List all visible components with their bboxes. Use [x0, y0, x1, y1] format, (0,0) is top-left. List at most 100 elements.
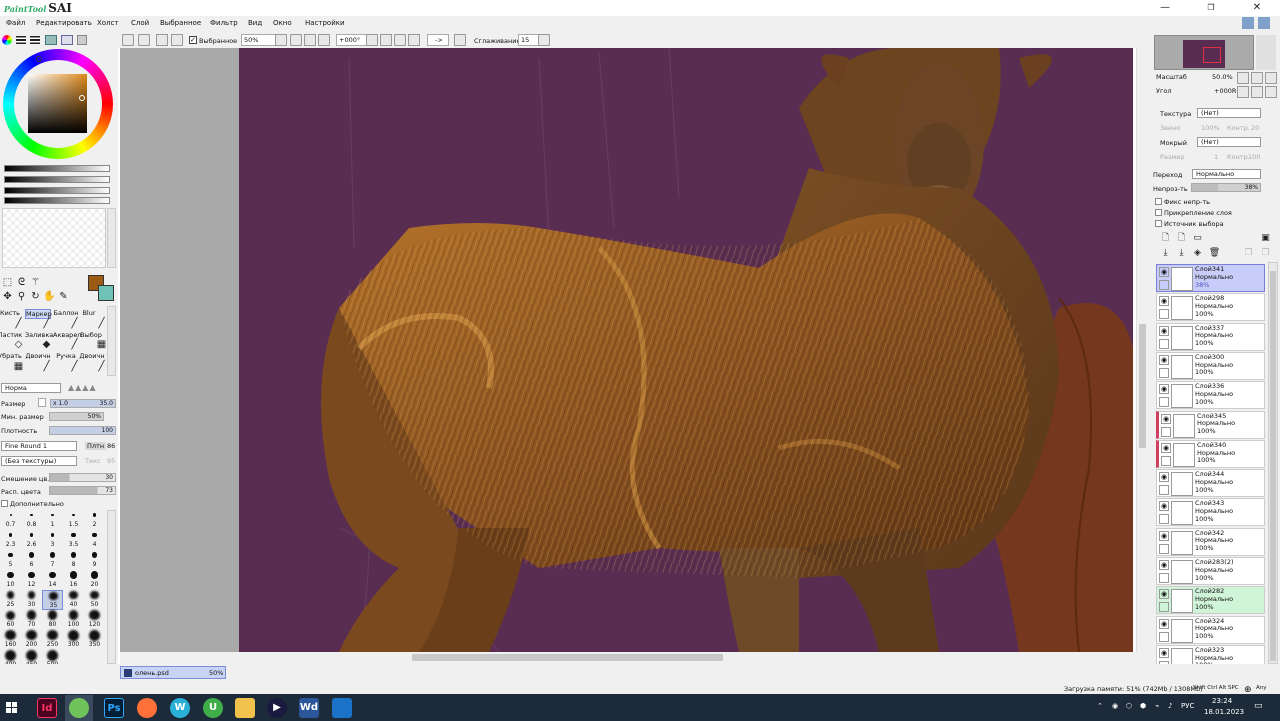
layer-lock-checkbox[interactable]: [1159, 338, 1169, 349]
brush-size-cell[interactable]: 200: [21, 629, 42, 650]
mixer-tab-icon[interactable]: [45, 35, 57, 45]
tool-label-pen[interactable]: Ручка: [53, 352, 79, 360]
clip-layer-checkbox[interactable]: [1155, 209, 1162, 216]
menu-view[interactable]: Вид: [248, 19, 262, 27]
canvas-horizontal-scrollbar[interactable]: [120, 652, 1148, 664]
panel-restore-icon[interactable]: [1242, 17, 1254, 29]
brush-texture-dropdown[interactable]: (Без текстуры): [1, 456, 77, 466]
layer-lock-checkbox[interactable]: [1159, 514, 1169, 525]
visibility-eye-icon[interactable]: ◉: [1159, 384, 1169, 395]
texture-strength-value[interactable]: 95: [107, 457, 115, 465]
menu-selection[interactable]: Выбранное: [160, 19, 201, 27]
layer-lock-checkbox[interactable]: [1159, 543, 1169, 554]
word-icon[interactable]: Wd: [299, 698, 319, 718]
brush-size-cell[interactable]: 7: [42, 550, 63, 570]
notifications-icon[interactable]: ▭: [1254, 701, 1263, 711]
color-wheel[interactable]: [3, 49, 115, 159]
media-player-icon[interactable]: ▶: [267, 698, 287, 718]
layer-lock-checkbox[interactable]: [1161, 426, 1171, 437]
invert-select-icon[interactable]: [171, 34, 183, 46]
wet-dropdown[interactable]: (Нет): [1197, 137, 1261, 147]
density-slider[interactable]: 100: [49, 426, 116, 435]
horizontal-scroll-thumb[interactable]: [412, 654, 723, 661]
visibility-eye-icon[interactable]: ◉: [1159, 267, 1169, 277]
zoom-tool-icon[interactable]: ⚲: [15, 290, 28, 303]
copy-layer-icon[interactable]: ❐: [1242, 247, 1255, 260]
brush-edge-icons[interactable]: ▲▲▲▲: [68, 383, 116, 393]
move-icon[interactable]: ✥: [1, 290, 14, 303]
brush-size-cell[interactable]: 50: [84, 590, 105, 610]
brush-size-cell[interactable]: 16: [63, 570, 84, 590]
wet-contrast-value[interactable]: 100: [1248, 153, 1260, 161]
nav-zoom-value[interactable]: 50.0%: [1212, 73, 1233, 81]
texture-contrast-value[interactable]: 20: [1251, 124, 1259, 132]
brush-size-cell[interactable]: 80: [42, 610, 63, 630]
tool-label-binary2[interactable]: Двоичн: [79, 352, 105, 360]
firefox-icon[interactable]: [137, 698, 157, 718]
deselect-icon[interactable]: [156, 34, 168, 46]
undo-icon[interactable]: [122, 34, 134, 46]
hand-icon[interactable]: ✋: [43, 290, 56, 303]
brush-tool-icon[interactable]: ╱: [12, 317, 25, 330]
brush-size-cell[interactable]: 8: [63, 550, 84, 570]
layer-list-scrollbar[interactable]: [1268, 262, 1278, 664]
windows-start-icon[interactable]: [6, 702, 17, 713]
brush-size-cell[interactable]: 0.7: [0, 510, 21, 530]
brush-size-cell[interactable]: 3.5: [63, 530, 84, 550]
menu-canvas[interactable]: Холст: [97, 19, 118, 27]
wet-size-value[interactable]: 1: [1214, 153, 1218, 161]
layer-row[interactable]: ◉Слой323Нормально100%: [1156, 644, 1265, 664]
brush-size-cell[interactable]: 250: [42, 629, 63, 650]
swatches-tab-icon[interactable]: [61, 35, 73, 45]
selection-source-checkbox[interactable]: [1155, 220, 1162, 227]
vertical-scroll-thumb[interactable]: [1139, 324, 1146, 448]
visibility-eye-icon[interactable]: ◉: [1161, 442, 1171, 453]
zoom-in-icon[interactable]: [304, 34, 316, 46]
indesign-icon[interactable]: Id: [37, 698, 57, 718]
menu-window[interactable]: Окно: [273, 19, 292, 27]
binary-tool-icon[interactable]: ╱: [40, 360, 53, 373]
tool-label-binary[interactable]: Двоичн: [25, 352, 51, 360]
network-icon[interactable]: ⌁: [1155, 702, 1159, 710]
texture-dropdown[interactable]: (Нет): [1197, 108, 1261, 118]
layer-row[interactable]: ◉ Слой343 Нормально 100%: [1156, 498, 1265, 527]
menu-layer[interactable]: Слой: [131, 19, 149, 27]
layer-panel-menu-icon[interactable]: ▣: [1259, 232, 1272, 245]
nav-rotate-right-icon[interactable]: [1251, 86, 1263, 98]
green-slider[interactable]: [4, 176, 110, 183]
tray-overflow-icon[interactable]: ⌃: [1097, 702, 1103, 710]
layer-lock-checkbox[interactable]: [1159, 602, 1169, 613]
layer-lock-checkbox[interactable]: [1159, 397, 1169, 408]
layer-row[interactable]: ◉ Слой344 Нормально 100%: [1156, 469, 1265, 498]
stabilizer-icon[interactable]: [454, 34, 466, 46]
paste-layer-icon[interactable]: ❐: [1259, 247, 1272, 260]
visibility-eye-icon[interactable]: ◉: [1159, 530, 1169, 541]
visibility-eye-icon[interactable]: ◉: [1159, 472, 1169, 483]
close-button[interactable]: ✕: [1234, 0, 1280, 16]
layer-row[interactable]: ◉ Слой337 Нормально 100%: [1156, 322, 1265, 351]
eraser-tool-icon[interactable]: ◇: [12, 338, 25, 351]
magic-wand-icon[interactable]: ⚚: [29, 276, 42, 289]
fix-opacity-checkbox[interactable]: [1155, 198, 1162, 205]
dilution-slider[interactable]: 73: [49, 486, 116, 495]
advanced-checkbox[interactable]: [1, 500, 8, 507]
visibility-eye-icon[interactable]: ◉: [1159, 354, 1169, 365]
brush-size-cell[interactable]: 3: [42, 530, 63, 550]
layer-row[interactable]: ◉ Слой283(2) Нормально 100%: [1156, 557, 1265, 585]
red-slider[interactable]: [4, 165, 110, 172]
secondary-color-swatch[interactable]: [98, 285, 114, 301]
document-tab[interactable]: олень.psd 50%: [120, 666, 226, 679]
clock-time[interactable]: 23:24: [1212, 697, 1232, 705]
brush-size-cell[interactable]: 1.5: [63, 510, 84, 530]
blend-mode-dropdown[interactable]: Нормально: [1192, 169, 1261, 179]
blue-slider[interactable]: [4, 187, 110, 194]
panel-close-icon[interactable]: [1258, 17, 1270, 29]
tools-scrollbar[interactable]: [107, 306, 116, 376]
selection-checkbox[interactable]: ✓: [189, 36, 197, 44]
rotate-right-icon[interactable]: [394, 34, 406, 46]
artwork-canvas[interactable]: [239, 48, 1133, 652]
watercolor-tool-icon[interactable]: ╱: [68, 338, 81, 351]
palette-scrollbar[interactable]: [107, 208, 116, 268]
fill-tool-icon[interactable]: ◆: [40, 338, 53, 351]
zoom-reset-icon[interactable]: [318, 34, 330, 46]
